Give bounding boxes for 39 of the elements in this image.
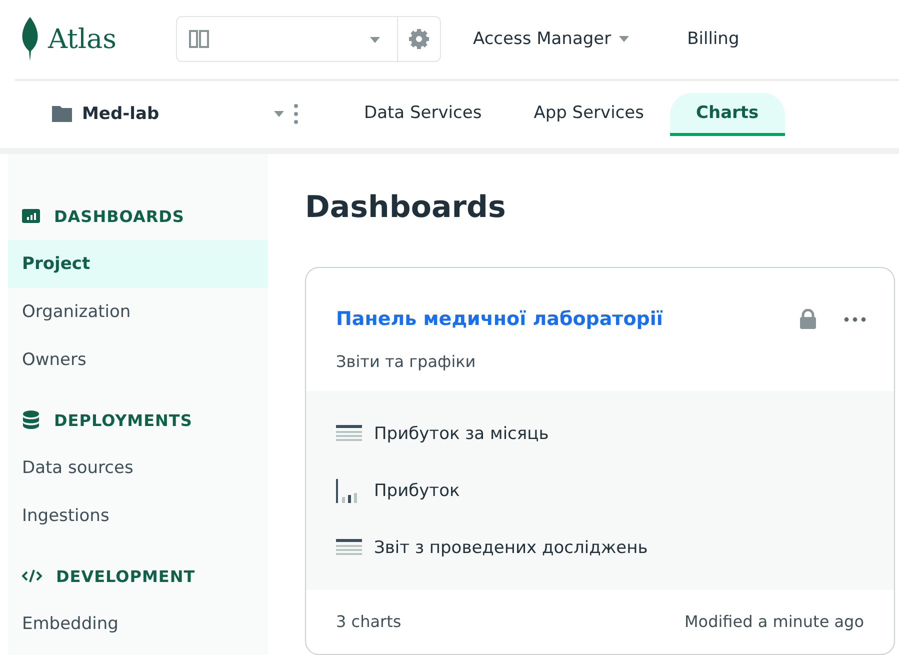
database-icon [22,410,40,430]
caret-icon [370,37,380,44]
nav-tab[interactable]: Charts [670,92,785,136]
sidebar-item[interactable]: Embedding [8,600,268,648]
sidebar-item[interactable]: Ingestions [8,492,268,540]
chart-name: Прибуток [374,480,460,500]
table-icon [336,538,362,556]
sidebar-item[interactable]: Organization [8,288,268,336]
top-menu[interactable]: Billing [687,29,740,50]
chart-name: Звіт з проведених досліджень [374,538,648,558]
organization-select[interactable] [176,16,441,62]
chart-count: 3 charts [336,612,402,631]
sidebar-item[interactable]: Owners [8,336,268,384]
more-icon [844,316,866,322]
leaf-logo-icon [20,17,40,62]
more-options-button[interactable] [294,104,298,124]
section-title: DEVELOPMENT [56,566,196,586]
chart-name: Прибуток за місяць [374,424,549,444]
project-select[interactable]: Med-lab [52,104,284,124]
logo-text: Atlas [48,24,116,55]
settings-icon [409,29,429,50]
nav-tab[interactable]: App Services [508,92,670,136]
nav-tab[interactable]: Data Services [338,92,508,136]
dashboard-description: Звіти та графіки [336,352,476,371]
sidebar-item[interactable]: Project [8,240,268,288]
caret-icon [274,111,284,118]
chart-icon [22,209,40,223]
section-title: DEPLOYMENTS [54,410,192,430]
folder-icon [52,106,72,122]
more-button[interactable] [844,316,866,322]
code-icon [22,569,42,583]
section-title: DASHBOARDS [54,206,184,226]
table-icon [336,424,362,442]
sidebar-item[interactable]: Data sources [8,444,268,492]
dashboard-link[interactable]: Панель медичної лабораторії [336,308,800,330]
page-title: Dashboards [305,190,507,225]
modified-time: Modified a minute ago [684,612,864,631]
top-menu[interactable]: Access Manager [473,29,630,50]
vertical-dots-icon [294,104,298,124]
